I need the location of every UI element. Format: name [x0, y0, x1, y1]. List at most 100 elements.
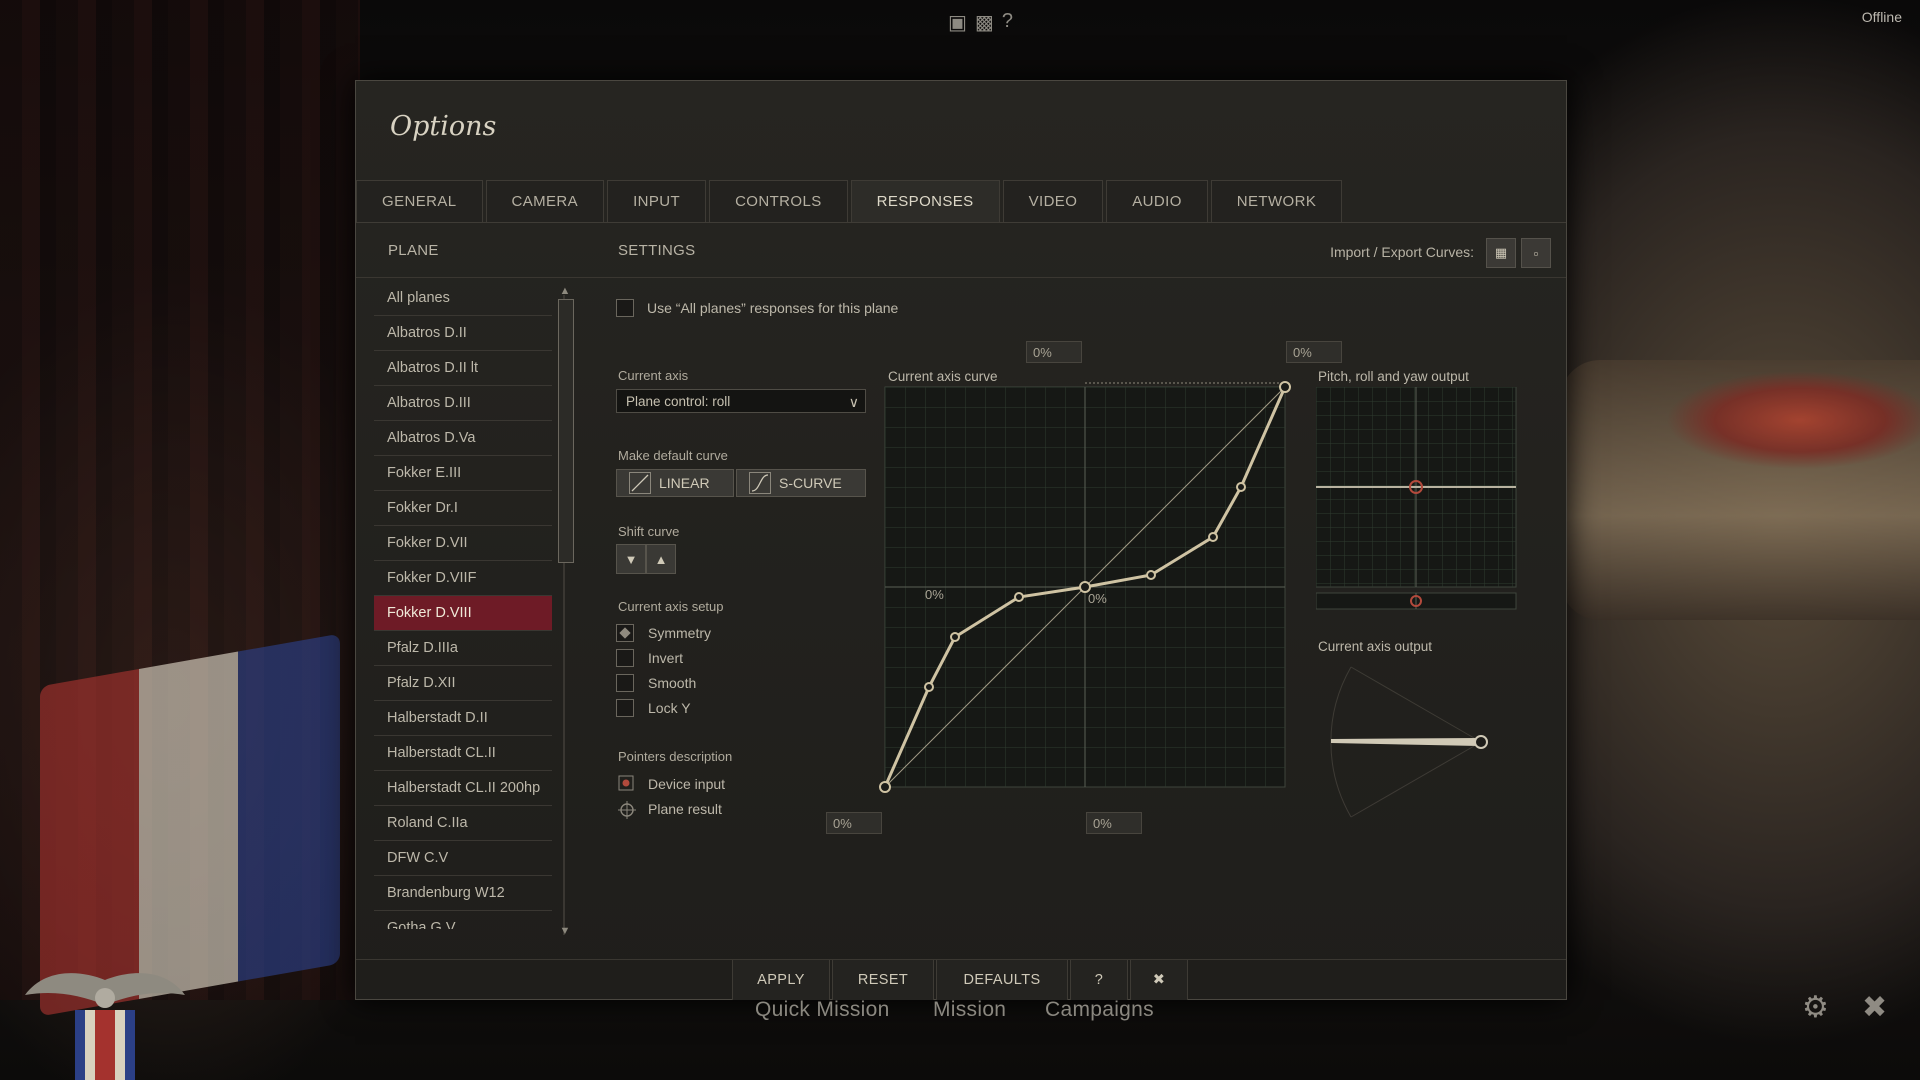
close-dialog-button[interactable]: ✖: [1130, 960, 1188, 1000]
plane-list-item[interactable]: Fokker D.VIII: [374, 596, 552, 631]
tab-audio[interactable]: AUDIO: [1106, 180, 1208, 223]
shift-down-button[interactable]: ▼: [616, 544, 646, 574]
export-curves-button[interactable]: ▦: [1486, 238, 1516, 268]
device-input-label: Device input: [648, 776, 726, 792]
plane-list-item[interactable]: Fokker D.VII: [374, 526, 552, 561]
settings-gear-icon[interactable]: ⚙: [1802, 990, 1829, 1025]
exit-icon[interactable]: ✖: [1862, 990, 1887, 1025]
lock-y-checkbox[interactable]: [616, 699, 634, 717]
curve-center-label-right: 0%: [1088, 591, 1107, 606]
settings-column-header: SETTINGS: [618, 242, 696, 259]
plane-list-item[interactable]: Albatros D.II lt: [374, 351, 552, 386]
plane-list-item[interactable]: Fokker D.VIIF: [374, 561, 552, 596]
plane-list-item[interactable]: Albatros D.Va: [374, 421, 552, 456]
symmetry-checkbox[interactable]: [616, 624, 634, 642]
axis-output-needle: [1331, 738, 1479, 746]
tab-input[interactable]: INPUT: [607, 180, 707, 223]
plane-list-item[interactable]: Halberstadt D.II: [374, 701, 552, 736]
plane-list-item[interactable]: Roland C.IIa: [374, 806, 552, 841]
plane-list-item[interactable]: Pfalz D.XII: [374, 666, 552, 701]
tab-controls[interactable]: CONTROLS: [709, 180, 848, 223]
save-icon: ▦: [1494, 245, 1508, 260]
curve-control-point[interactable]: [1236, 482, 1246, 492]
use-all-planes-label: Use “All planes” responses for this plan…: [647, 300, 899, 316]
game-logo-emblem: [25, 973, 185, 1080]
plane-list-item[interactable]: Pfalz D.IIIa: [374, 631, 552, 666]
axis-curve-editor[interactable]: 0% 0%: [879, 381, 1291, 793]
tab-divider: [356, 222, 1566, 223]
current-axis-value: Plane control: roll: [626, 394, 731, 409]
plane-list-item[interactable]: Fokker E.III: [374, 456, 552, 491]
help-circle-icon: ?: [1094, 972, 1104, 988]
curve-bottom-left-value[interactable]: 0%: [826, 812, 882, 834]
import-curves-button[interactable]: ▫: [1521, 238, 1551, 268]
menu-campaigns[interactable]: Campaigns: [1045, 998, 1154, 1022]
invert-checkbox[interactable]: [616, 649, 634, 667]
plane-list-item[interactable]: Brandenburg W12: [374, 876, 552, 911]
plane-list-item[interactable]: Halberstadt CL.II: [374, 736, 552, 771]
scrollbar-thumb[interactable]: [558, 299, 574, 563]
plane-list-item[interactable]: Albatros D.III: [374, 386, 552, 421]
plane-list-item[interactable]: DFW C.V: [374, 841, 552, 876]
s-curve-button[interactable]: S-CURVE: [736, 469, 866, 497]
tab-responses[interactable]: RESPONSES: [850, 180, 1000, 223]
plane-list-item[interactable]: All planes: [374, 281, 552, 316]
import-export-label: Import / Export Curves:: [1330, 244, 1474, 260]
pointers-description-label: Pointers description: [618, 749, 733, 764]
apply-button[interactable]: APPLY: [732, 960, 830, 1000]
device-input-marker-icon: [618, 775, 634, 791]
book-icon[interactable]: ▣: [948, 10, 967, 35]
tab-general[interactable]: GENERAL: [356, 180, 483, 223]
tab-network[interactable]: NETWORK: [1210, 180, 1343, 223]
curve-control-point[interactable]: [879, 781, 891, 793]
connection-status: Offline: [1861, 9, 1902, 25]
curve-control-point[interactable]: [1014, 592, 1024, 602]
checked-mark-icon: [619, 627, 631, 639]
smooth-checkbox[interactable]: [616, 674, 634, 692]
plane-result-label: Plane result: [648, 801, 722, 817]
use-all-planes-checkbox[interactable]: [616, 299, 634, 317]
plane-list-item[interactable]: Fokker Dr.I: [374, 491, 552, 526]
curve-control-point[interactable]: [1146, 570, 1156, 580]
curve-bottom-mid-value[interactable]: 0%: [1086, 812, 1142, 834]
defaults-button[interactable]: DEFAULTS: [936, 960, 1068, 1000]
plane-result-marker-icon: [618, 801, 636, 819]
linear-curve-label: LINEAR: [659, 475, 710, 491]
menu-mission[interactable]: Mission: [933, 998, 1006, 1022]
help-icon[interactable]: ?: [1002, 10, 1013, 35]
s-curve-label: S-CURVE: [779, 475, 842, 491]
curve-top-left-value[interactable]: 0%: [1026, 341, 1082, 363]
current-axis-label: Current axis: [618, 368, 689, 383]
curve-control-point[interactable]: [1279, 381, 1291, 393]
shift-up-button[interactable]: ▲: [646, 544, 676, 574]
curve-control-point[interactable]: [1079, 581, 1091, 593]
curve-control-point[interactable]: [1208, 532, 1218, 542]
plane-list-item[interactable]: Gotha G.V: [374, 911, 552, 929]
linear-curve-button[interactable]: LINEAR: [616, 469, 734, 497]
arrow-down-icon: ▼: [624, 551, 638, 567]
plane-list-item[interactable]: Halberstadt CL.II 200hp: [374, 771, 552, 806]
reset-button[interactable]: RESET: [832, 960, 934, 1000]
axis-output-title: Current axis output: [1318, 639, 1433, 654]
curve-panel-title: Current axis curve: [888, 369, 998, 384]
curve-control-point[interactable]: [950, 632, 960, 642]
plane-list-scrollbar[interactable]: ▲ ▼: [557, 285, 574, 941]
menu-quick-mission[interactable]: Quick Mission: [755, 998, 890, 1022]
plane-column-header: PLANE: [388, 242, 439, 259]
tab-camera[interactable]: CAMERA: [485, 180, 605, 223]
s-curve-icon: [749, 472, 771, 494]
lock-y-label: Lock Y: [648, 700, 691, 716]
plane-list-item[interactable]: Albatros D.II: [374, 316, 552, 351]
help-button[interactable]: ?: [1070, 960, 1128, 1000]
scroll-down-icon[interactable]: ▼: [557, 925, 573, 937]
current-axis-select[interactable]: Plane control: roll ∨: [616, 389, 866, 413]
dialog-title: Options: [390, 111, 497, 142]
tab-bar: GENERAL CAMERA INPUT CONTROLS RESPONSES …: [356, 180, 1345, 223]
curve-top-right-value[interactable]: 0%: [1286, 341, 1342, 363]
curve-control-point[interactable]: [924, 682, 934, 692]
invert-label: Invert: [648, 650, 684, 666]
scroll-up-icon[interactable]: ▲: [557, 285, 573, 297]
tab-video[interactable]: VIDEO: [1002, 180, 1104, 223]
film-icon[interactable]: ▩: [975, 10, 994, 35]
options-dialog: Options GENERAL CAMERA INPUT CONTROLS RE…: [355, 80, 1567, 1000]
